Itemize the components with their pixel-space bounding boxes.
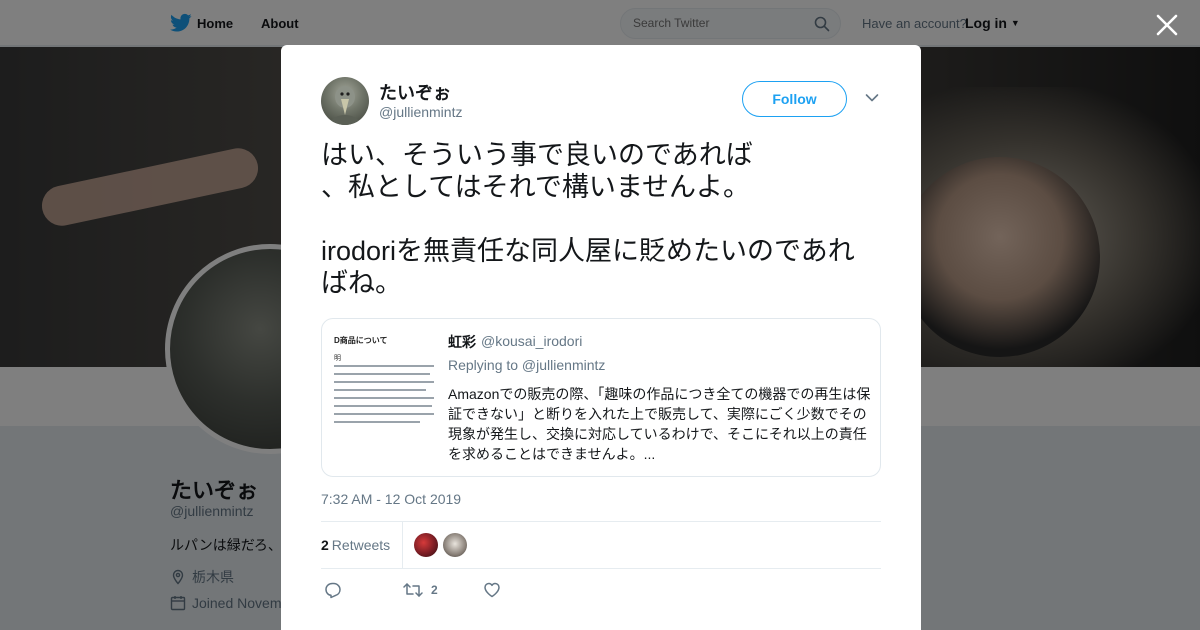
author-handle[interactable]: @jullienmintz: [379, 104, 462, 120]
quoted-tweet[interactable]: D商品について 明 虹彩 @kousai_irodori Replying to…: [321, 318, 881, 477]
image-text-line: [334, 373, 430, 375]
image-text-line: [334, 381, 434, 383]
retweet-button[interactable]: 2: [403, 581, 438, 599]
tweet-actions: 2: [321, 581, 621, 601]
tweet-timestamp[interactable]: 7:32 AM - 12 Oct 2019: [321, 491, 461, 507]
quoted-tweet-text: Amazonでの販売の際、「趣味の作品につき全ての機器での再生は保証できない」と…: [448, 386, 871, 462]
stats-divider: [402, 522, 403, 569]
image-text-line: [334, 405, 432, 407]
image-text-line: [334, 413, 434, 415]
follow-button[interactable]: Follow: [742, 81, 847, 117]
retweeter-avatar[interactable]: [443, 533, 467, 557]
author-avatar[interactable]: [321, 77, 369, 125]
image-text-line: [334, 421, 420, 423]
retweet-action-count: 2: [431, 583, 438, 597]
quoted-tweet-image[interactable]: D商品について 明: [332, 329, 437, 434]
retweet-label: Retweets: [331, 537, 391, 553]
retweet-count: 2: [321, 537, 329, 553]
retweeter-avatar[interactable]: [414, 533, 438, 557]
like-button[interactable]: [483, 581, 501, 599]
quoted-author-handle: @kousai_irodori: [481, 333, 583, 349]
author-name[interactable]: たいぞぉ: [379, 79, 451, 105]
reply-icon: [325, 582, 341, 599]
tweet-text: はい、そういう事で良いのであれば 、私としてはそれで構いませんよ。 irodor…: [321, 140, 855, 298]
chevron-down-icon[interactable]: [865, 93, 879, 103]
shoebill-bird-avatar-icon: [331, 86, 359, 125]
heart-icon: [484, 582, 500, 598]
reply-button[interactable]: [324, 581, 342, 599]
retweet-icon: [403, 583, 423, 597]
retweet-stats-link[interactable]: 2 Retweets: [321, 537, 390, 553]
quoted-image-subtitle: 明: [334, 355, 341, 362]
quoted-image-title: D商品について: [334, 336, 388, 345]
quoted-replying-to: Replying to @jullienmintz: [448, 357, 606, 373]
image-text-line: [334, 365, 434, 367]
image-text-line: [334, 397, 434, 399]
tweet-stats: 2 Retweets: [321, 521, 881, 569]
quoted-author-name: 虹彩: [448, 334, 476, 350]
tweet-modal: たいぞぉ @jullienmintz Follow はい、そういう事で良いのであ…: [281, 45, 921, 630]
image-text-line: [334, 389, 426, 391]
close-icon[interactable]: [1154, 12, 1180, 38]
